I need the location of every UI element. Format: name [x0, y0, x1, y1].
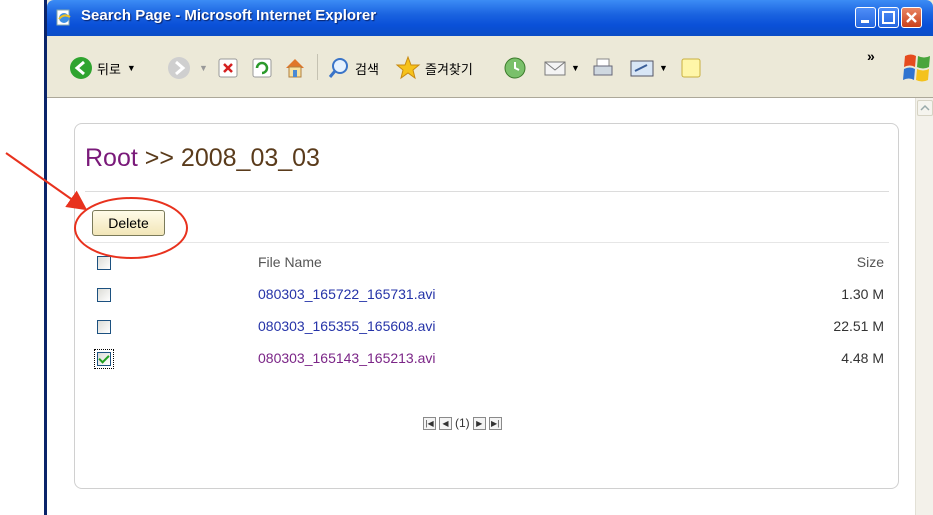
search-icon	[328, 58, 348, 78]
breadcrumb-separator: >>	[144, 144, 174, 172]
notes-button[interactable]	[679, 54, 703, 82]
history-button[interactable]	[503, 54, 527, 82]
chevron-down-icon[interactable]: ▼	[659, 63, 668, 73]
chevron-up-icon	[920, 104, 930, 111]
home-icon	[286, 59, 304, 78]
star-icon	[395, 55, 421, 80]
back-label: 뒤로	[97, 61, 121, 77]
toolbar: 뒤로 ▼ ▼ 검색 즐겨찾기 ▼ ▼ »	[47, 36, 933, 98]
favorites-label: 즐겨찾기	[425, 61, 473, 77]
breadcrumb-root-link[interactable]: Root	[85, 144, 138, 172]
history-icon	[504, 57, 526, 79]
row-checkbox[interactable]	[97, 320, 111, 339]
first-page-icon[interactable]: |◀	[423, 416, 436, 430]
divider	[85, 242, 889, 243]
note-icon	[681, 58, 701, 78]
close-icon	[906, 12, 917, 23]
browser-window: Search Page - Microsoft Internet Explore…	[44, 0, 933, 515]
breadcrumb: Root >> 2008_03_03	[85, 144, 320, 173]
printer-icon	[593, 58, 613, 76]
window-title: Search Page - Microsoft Internet Explore…	[81, 7, 377, 24]
back-arrow-icon	[70, 57, 92, 79]
file-link[interactable]: 080303_165143_165213.avi	[258, 350, 436, 366]
refresh-button[interactable]	[251, 54, 273, 82]
home-button[interactable]	[283, 54, 307, 82]
toolbar-separator	[317, 54, 318, 80]
column-header-file-name: File Name	[258, 254, 322, 270]
focus-ring	[94, 349, 114, 369]
page-viewport: Root >> 2008_03_03 Delete File Name Size…	[47, 98, 918, 515]
chevron-down-icon[interactable]: ▼	[127, 63, 136, 73]
table-row: 080303_165722_165731.avi 1.30 M	[75, 282, 898, 312]
stop-icon	[218, 58, 238, 78]
file-browser-panel: Root >> 2008_03_03 Delete File Name Size…	[74, 123, 899, 489]
ie-page-icon	[56, 9, 71, 26]
file-link[interactable]: 080303_165722_165731.avi	[258, 286, 436, 302]
chevron-down-icon[interactable]: ▼	[571, 63, 580, 73]
breadcrumb-current-folder: 2008_03_03	[180, 144, 320, 172]
minimize-icon	[861, 20, 869, 23]
row-checkbox[interactable]	[97, 288, 111, 307]
search-label: 검색	[355, 61, 379, 77]
windows-logo-icon	[903, 54, 930, 82]
file-size: 4.48 M	[841, 350, 884, 366]
row-checkbox-checked[interactable]	[94, 349, 114, 371]
edit-button[interactable]: ▼	[629, 54, 668, 82]
mail-button[interactable]: ▼	[543, 54, 580, 82]
column-header-size: Size	[856, 254, 884, 270]
forward-arrow-icon	[168, 57, 190, 79]
favorites-button[interactable]: 즐겨찾기	[395, 54, 473, 82]
file-size: 1.30 M	[841, 286, 884, 302]
file-size: 22.51 M	[833, 318, 884, 334]
prev-page-icon[interactable]: ◀	[439, 416, 452, 430]
pagination: |◀ ◀ (1) ▶ ▶|	[423, 416, 502, 430]
delete-button[interactable]: Delete	[92, 210, 165, 236]
scroll-up-button[interactable]	[917, 100, 933, 116]
close-button[interactable]	[901, 7, 922, 28]
file-link[interactable]: 080303_165355_165608.avi	[258, 318, 436, 334]
table-row: 080303_165355_165608.avi 22.51 M	[75, 314, 898, 344]
table-row: 080303_165143_165213.avi 4.48 M	[75, 346, 898, 376]
select-all-checkbox[interactable]	[97, 256, 111, 275]
search-button[interactable]: 검색	[327, 54, 379, 82]
stop-button[interactable]	[217, 54, 239, 82]
next-page-icon[interactable]: ▶	[472, 416, 486, 430]
divider	[85, 191, 889, 192]
vertical-scrollbar[interactable]	[915, 98, 933, 515]
forward-button[interactable]: ▼	[167, 54, 208, 82]
mail-icon	[544, 61, 566, 76]
maximize-icon	[882, 11, 895, 24]
refresh-icon	[252, 58, 272, 78]
back-button[interactable]: 뒤로 ▼	[69, 54, 136, 82]
print-button[interactable]	[591, 54, 615, 82]
edit-icon	[630, 60, 654, 77]
more-chevron-icon[interactable]: »	[867, 48, 875, 64]
chevron-down-icon[interactable]: ▼	[199, 63, 208, 73]
title-bar: Search Page - Microsoft Internet Explore…	[47, 0, 933, 36]
maximize-button[interactable]	[878, 7, 899, 28]
last-page-icon[interactable]: ▶|	[488, 416, 502, 430]
minimize-button[interactable]	[855, 7, 876, 28]
current-page: (1)	[455, 416, 470, 430]
